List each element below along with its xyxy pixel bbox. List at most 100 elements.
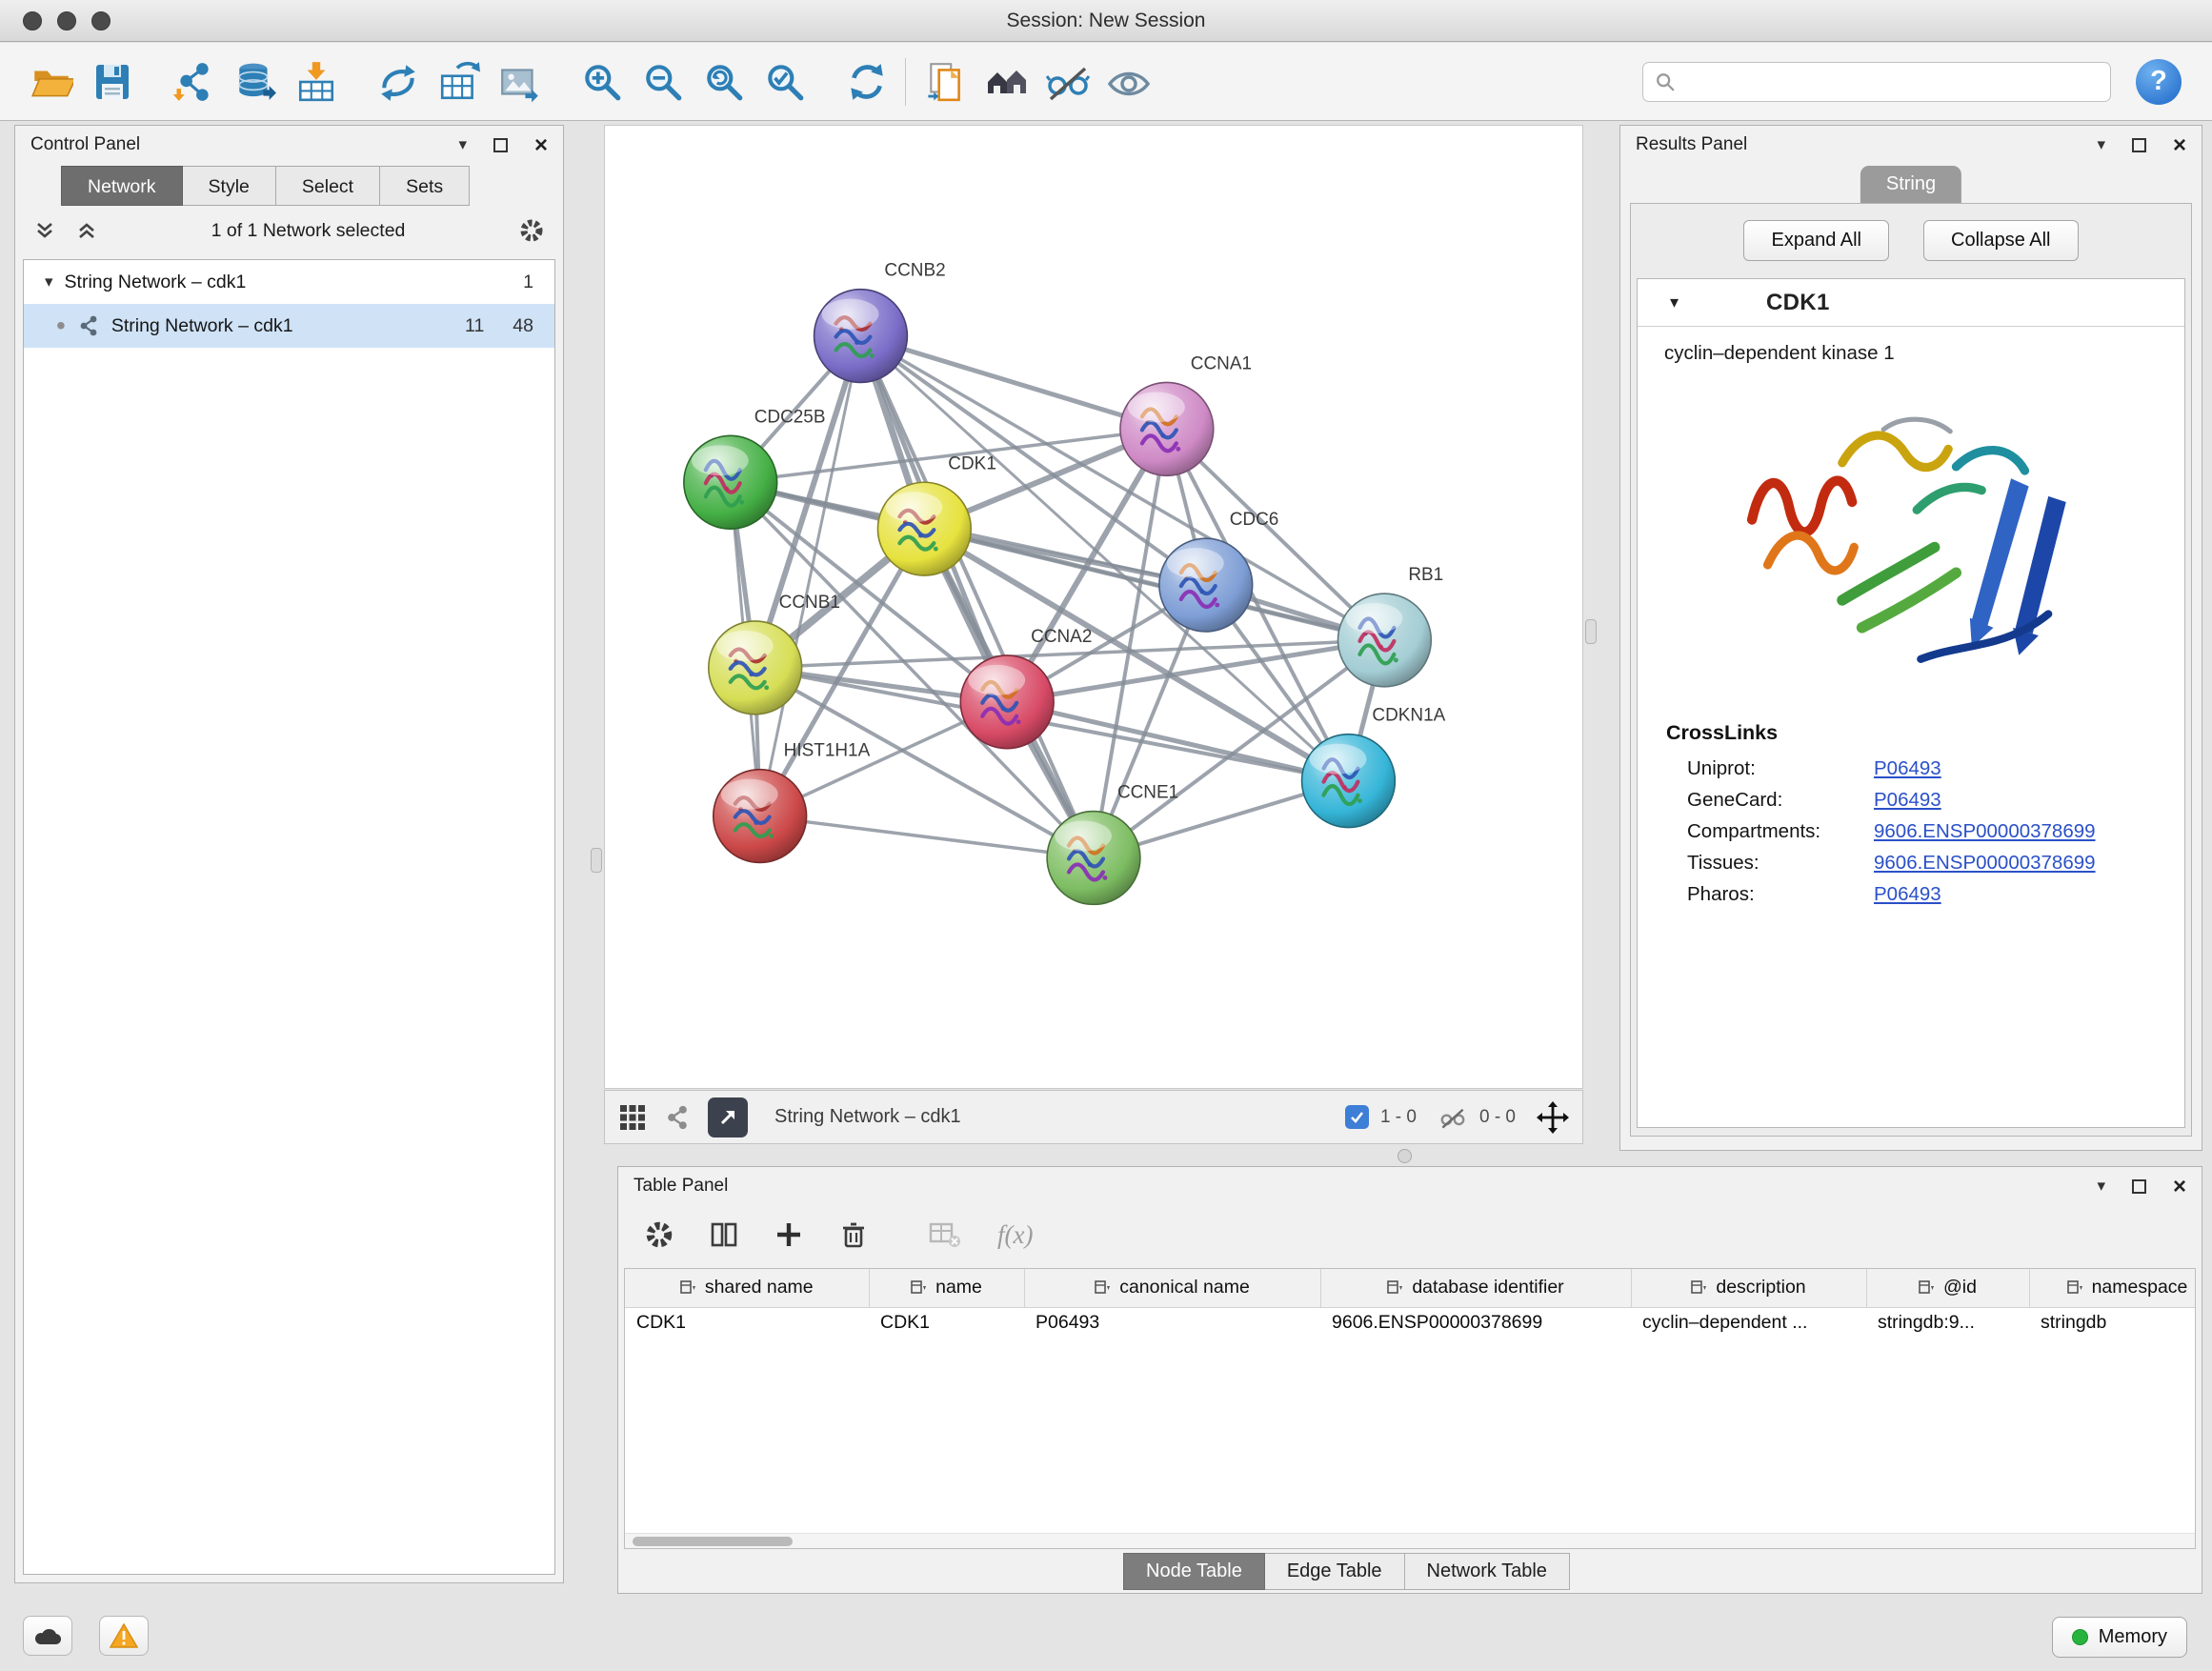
splitter-handle-right[interactable] [1585, 619, 1597, 644]
crosslink-link[interactable]: 9606.ENSP00000378699 [1874, 852, 2096, 875]
tab-network[interactable]: Network [61, 166, 183, 206]
show-columns-icon[interactable] [710, 1220, 738, 1249]
network-edge-CCNB2-CCNA1[interactable] [860, 336, 1166, 430]
scrollbar-thumb[interactable] [633, 1537, 793, 1546]
window-close-icon[interactable] [23, 11, 42, 30]
panel-close-icon[interactable]: × [2173, 1179, 2186, 1194]
network-node-CDK1[interactable]: CDK1 [877, 453, 995, 575]
collapse-all-button[interactable]: Collapse All [1923, 220, 2079, 261]
zoom-in-button[interactable] [575, 54, 629, 110]
open-session-button[interactable] [25, 54, 78, 110]
tree-collapse-caret-icon[interactable]: ▾ [45, 272, 53, 292]
splitter-handle-left[interactable] [591, 848, 602, 873]
pan-move-icon[interactable] [1537, 1101, 1569, 1134]
tab-node-table[interactable]: Node Table [1123, 1553, 1265, 1590]
panel-float-icon[interactable] [2132, 138, 2146, 152]
crosslink-link[interactable]: P06493 [1874, 789, 1941, 812]
panel-menu-caret-icon[interactable]: ▾ [458, 135, 467, 154]
collapse-all-chevrons-icon[interactable] [34, 220, 55, 241]
export-image-button[interactable] [493, 54, 547, 110]
zoom-selected-button[interactable] [758, 54, 812, 110]
tab-edge-table[interactable]: Edge Table [1265, 1553, 1405, 1590]
selected-checkbox-icon[interactable] [1345, 1105, 1369, 1129]
window-zoom-icon[interactable] [91, 11, 111, 30]
crosslink-link[interactable]: 9606.ENSP00000378699 [1874, 820, 2096, 843]
gear-icon[interactable] [519, 218, 544, 243]
refresh-button[interactable] [840, 54, 894, 110]
string-settings-button[interactable] [980, 54, 1034, 110]
panel-menu-caret-icon[interactable]: ▾ [2097, 135, 2105, 154]
save-session-button[interactable] [86, 54, 139, 110]
panel-float-icon[interactable] [2132, 1179, 2146, 1194]
node-table-container: shared name name canonical name database… [624, 1268, 2196, 1549]
help-button[interactable]: ? [2136, 59, 2182, 105]
tab-string[interactable]: String [1860, 166, 1961, 203]
network-share-gray-icon[interactable] [664, 1104, 691, 1131]
hide-glasses-button[interactable] [1041, 54, 1095, 110]
add-column-plus-icon[interactable] [774, 1220, 803, 1249]
cell-canonical-name[interactable]: P06493 [1024, 1307, 1320, 1343]
crosslink-link[interactable]: P06493 [1874, 883, 1941, 906]
column-header-namespace[interactable]: namespace [2029, 1269, 2196, 1307]
panel-float-icon[interactable] [493, 138, 508, 152]
import-network-file-button[interactable] [168, 54, 221, 110]
table-gear-icon[interactable] [645, 1220, 674, 1249]
delete-column-trash-icon[interactable] [839, 1220, 868, 1249]
node-label-RB1: RB1 [1408, 565, 1443, 585]
import-network-database-button[interactable] [229, 54, 282, 110]
open-view-button[interactable] [708, 1097, 748, 1137]
cell-shared-name[interactable]: CDK1 [625, 1307, 869, 1343]
network-canvas[interactable]: CCNB2CCNA1CDC25BCDK1CDC6RB1CCNB1CCNA2CDK… [604, 125, 1583, 1089]
column-header-description[interactable]: description [1631, 1269, 1866, 1307]
network-node-HIST1H1A[interactable]: HIST1H1A [714, 741, 871, 863]
cell-description[interactable]: cyclin–dependent ... [1631, 1307, 1866, 1343]
column-header-shared-name[interactable]: shared name [625, 1269, 869, 1307]
column-header-canonical-name[interactable]: canonical name [1024, 1269, 1320, 1307]
panel-close-icon[interactable]: × [2173, 138, 2186, 152]
show-eye-button[interactable] [1102, 54, 1156, 110]
panel-menu-caret-icon[interactable]: ▾ [2097, 1177, 2105, 1196]
zoom-fit-button[interactable] [697, 54, 751, 110]
table-row[interactable]: CDK1 CDK1 P06493 9606.ENSP00000378699 cy… [625, 1307, 2196, 1343]
memory-button[interactable]: Memory [2052, 1617, 2187, 1658]
cell-database-identifier[interactable]: 9606.ENSP00000378699 [1320, 1307, 1631, 1343]
tab-style[interactable]: Style [183, 166, 276, 206]
column-header-name[interactable]: name [869, 1269, 1024, 1307]
panel-splitter-dot[interactable] [1398, 1149, 1412, 1163]
network-node-CDKN1A[interactable]: CDKN1A [1302, 706, 1446, 828]
crosslink-link[interactable]: P06493 [1874, 757, 1941, 780]
cell-namespace[interactable]: stringdb [2029, 1307, 2196, 1343]
hidden-glasses-icon[interactable] [1438, 1105, 1468, 1130]
horizontal-scrollbar[interactable] [625, 1533, 2195, 1548]
export-table-button[interactable] [432, 54, 486, 110]
expand-all-chevrons-icon[interactable] [76, 220, 97, 241]
network-node-RB1[interactable]: RB1 [1337, 565, 1443, 687]
network-node-CCNB2[interactable]: CCNB2 [814, 261, 946, 383]
tab-network-table[interactable]: Network Table [1405, 1553, 1570, 1590]
network-row-selected[interactable]: • String Network – cdk1 11 48 [24, 304, 554, 348]
cell-id[interactable]: stringdb:9... [1866, 1307, 2029, 1343]
warnings-button[interactable] [99, 1616, 149, 1656]
birds-eye-grid-icon[interactable] [618, 1103, 647, 1132]
tab-sets[interactable]: Sets [380, 166, 470, 206]
cell-name[interactable]: CDK1 [869, 1307, 1024, 1343]
column-header-database-identifier[interactable]: database identifier [1320, 1269, 1631, 1307]
column-header-id[interactable]: @id [1866, 1269, 2029, 1307]
window-minimize-icon[interactable] [57, 11, 76, 30]
network-edge-CCNA2-CDKN1A[interactable] [1007, 702, 1348, 781]
panel-close-icon[interactable]: × [534, 138, 548, 152]
cloud-status-button[interactable] [23, 1616, 72, 1656]
network-edge-CCNE1-HIST1H1A[interactable] [760, 816, 1094, 858]
tab-select[interactable]: Select [276, 166, 380, 206]
import-table-file-button[interactable] [290, 54, 343, 110]
network-collection-row[interactable]: ▾ String Network – cdk1 1 [24, 260, 554, 304]
protein-collapse-caret-icon[interactable]: ▾ [1670, 292, 1679, 312]
network-edge-CCNB2-CCNE1[interactable] [860, 336, 1094, 858]
search-field[interactable] [1642, 62, 2111, 102]
zoom-out-button[interactable] [636, 54, 690, 110]
expand-all-button[interactable]: Expand All [1743, 220, 1889, 261]
network-from-selection-button[interactable] [372, 54, 425, 110]
search-input[interactable] [1683, 71, 2099, 92]
copy-document-button[interactable] [919, 54, 973, 110]
network-node-CCNA1[interactable]: CCNA1 [1120, 353, 1252, 475]
